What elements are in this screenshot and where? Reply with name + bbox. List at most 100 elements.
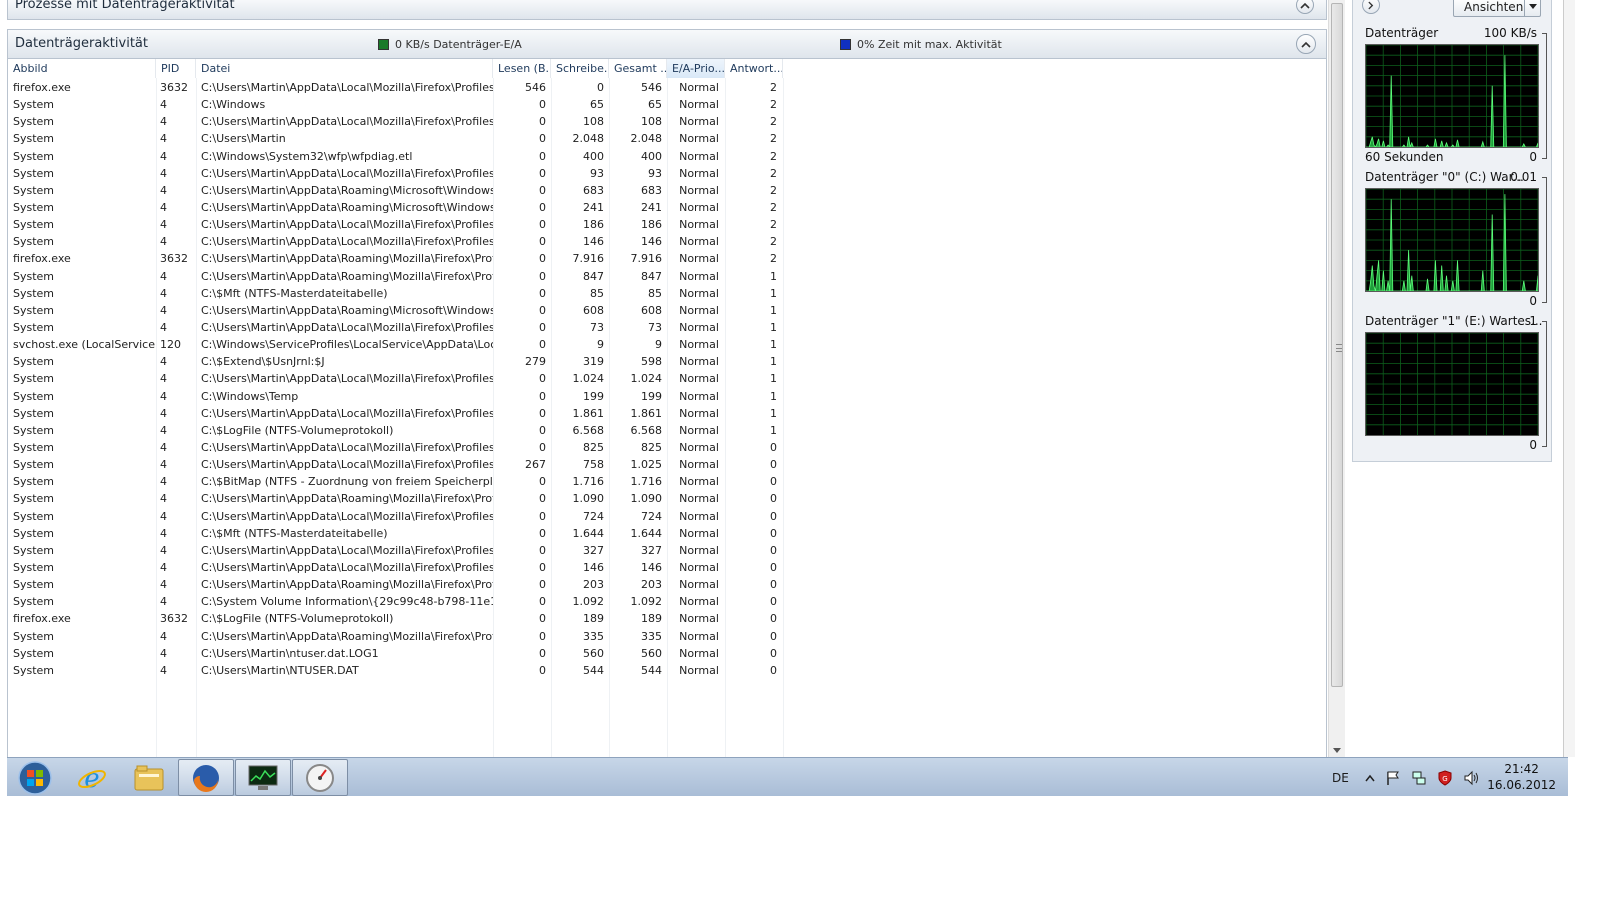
table-row[interactable]: System 4 C:\Users\Martin\AppData\Local\Moz… xyxy=(8,405,788,422)
volume-icon[interactable] xyxy=(1463,770,1481,786)
graph-scale-min: 0 xyxy=(1529,294,1537,308)
security-shield-icon[interactable]: G xyxy=(1437,769,1453,786)
processes-disk-section-header[interactable]: Prozesse mit Datenträgeraktivität xyxy=(7,0,1327,20)
table-row[interactable]: System 4 C:\Windows\Temp 0 199 199 Normal 1 xyxy=(8,388,788,405)
table-row[interactable]: System 4 C:\$BitMap (NTFS - Zuordnung von … xyxy=(8,473,788,490)
column-header-response[interactable]: Antwort... xyxy=(725,59,783,78)
cell-write: 85 xyxy=(590,286,604,300)
table-row[interactable]: System 4 C:\$LogFile (NTFS-Volumeprotokoll… xyxy=(8,422,788,439)
cell-file: C:\Users\Martin\AppData\Local\Mozilla\Fi… xyxy=(201,509,493,523)
svg-text:e: e xyxy=(84,764,99,794)
cell-io-priority: Normal xyxy=(679,560,719,574)
column-header-read[interactable]: Lesen (B... xyxy=(493,59,551,78)
cell-read: 0 xyxy=(539,338,546,352)
action-center-flag-icon[interactable] xyxy=(1385,770,1401,786)
cell-io-priority: Normal xyxy=(679,595,719,609)
window-edge-scrollbar[interactable] xyxy=(1563,0,1575,757)
table-row[interactable]: System 4 C:\Users\Martin\AppData\Local\Moz… xyxy=(8,233,788,250)
table-row[interactable]: System 4 C:\Users\Martin\NTUSER.DAT 0 544 544… xyxy=(8,662,788,679)
table-row[interactable]: System 4 C:\Users\Martin\AppData\Roaming\M… xyxy=(8,199,788,216)
cell-file: C:\Users\Martin\AppData\Local\Mozilla\Fi… xyxy=(201,372,493,386)
scroll-down-arrow-icon[interactable] xyxy=(1333,748,1341,753)
cell-total: 7.916 xyxy=(630,252,663,266)
table-row[interactable]: System 4 C:\Users\Martin\AppData\Local\Moz… xyxy=(8,319,788,336)
table-row[interactable]: firefox.exe 3632 C:\Users\Martin\AppData\L… xyxy=(8,79,788,96)
cell-pid: 4 xyxy=(160,149,167,163)
cell-total: 1.024 xyxy=(630,372,663,386)
expand-panel-button[interactable] xyxy=(1362,0,1380,14)
cell-write: 7.916 xyxy=(572,252,605,266)
taskbar-resource-monitor[interactable] xyxy=(235,759,291,796)
table-row[interactable]: System 4 C:\Users\Martin\AppData\Roaming\M… xyxy=(8,490,788,507)
table-row[interactable]: System 4 C:\Users\Martin\AppData\Local\Moz… xyxy=(8,508,788,525)
table-row[interactable]: System 4 C:\Users\Martin\AppData\Local\Moz… xyxy=(8,113,788,130)
column-header-write[interactable]: Schreibe... xyxy=(551,59,609,78)
table-row[interactable]: System 4 C:\Users\Martin\AppData\Local\Moz… xyxy=(8,456,788,473)
collapse-disk-activity-button[interactable] xyxy=(1296,34,1316,54)
table-row[interactable]: System 4 C:\Users\Martin 0 2.048 2.048 Normal 2 xyxy=(8,130,788,147)
cell-io-priority: Normal xyxy=(679,98,719,112)
taskbar-firefox[interactable] xyxy=(178,759,234,796)
network-icon[interactable] xyxy=(1411,770,1427,786)
table-row[interactable]: System 4 C:\Users\Martin\AppData\Local\Moz… xyxy=(8,370,788,387)
show-hidden-icons-icon[interactable] xyxy=(1365,774,1375,782)
start-button[interactable] xyxy=(7,759,63,796)
table-row[interactable]: firefox.exe 3632 C:\$LogFile (NTFS-Volumep… xyxy=(8,610,788,627)
cell-write: 2.048 xyxy=(572,132,605,146)
disk-activity-title: Datenträgeraktivität xyxy=(15,36,148,51)
table-row[interactable]: System 4 C:\Users\Martin\AppData\Roaming\M… xyxy=(8,182,788,199)
table-row[interactable]: System 4 C:\System Volume Information\{29c… xyxy=(8,593,788,610)
cell-pid: 4 xyxy=(160,200,167,214)
cell-write: 6.568 xyxy=(572,423,605,437)
table-row[interactable]: System 4 C:\Users\Martin\AppData\Local\Moz… xyxy=(8,439,788,456)
table-row[interactable]: System 4 C:\$Extend\$UsnJrnl:$J 279 319 598 No… xyxy=(8,353,788,370)
table-row[interactable]: System 4 C:\Users\Martin\AppData\Local\Moz… xyxy=(8,216,788,233)
table-scrollbar[interactable] xyxy=(1328,0,1345,757)
disk-activity-section-header[interactable]: Datenträgeraktivität 0 KB/s Datenträger-… xyxy=(7,29,1327,59)
cell-image: System xyxy=(13,166,55,180)
table-row[interactable]: System 4 C:\Users\Martin\AppData\Local\Moz… xyxy=(8,542,788,559)
table-row[interactable]: System 4 C:\Users\Martin\AppData\Roaming\M… xyxy=(8,268,788,285)
views-dropdown-button[interactable]: Ansichten xyxy=(1453,0,1541,17)
table-row[interactable]: System 4 C:\Windows 0 65 65 Normal 2 xyxy=(8,96,788,113)
column-header-pid[interactable]: PID xyxy=(156,59,196,78)
table-row[interactable]: System 4 C:\$Mft (NTFS-Masterdateitabelle)… xyxy=(8,285,788,302)
cell-image: System xyxy=(13,269,55,283)
cell-io-priority: Normal xyxy=(679,115,719,129)
cell-write: 758 xyxy=(583,458,604,472)
collapse-processes-button[interactable] xyxy=(1296,0,1314,14)
table-row[interactable]: System 4 C:\Users\Martin\AppData\Roaming\M… xyxy=(8,576,788,593)
table-row[interactable]: firefox.exe 3632 C:\Users\Martin\AppData\R… xyxy=(8,250,788,267)
table-row[interactable]: System 4 C:\$Mft (NTFS-Masterdateitabelle)… xyxy=(8,525,788,542)
column-header-file[interactable]: Datei xyxy=(196,59,493,78)
table-row[interactable]: System 4 C:\Users\Martin\AppData\Local\Moz… xyxy=(8,165,788,182)
table-row[interactable]: System 4 C:\Users\Martin\AppData\Local\Moz… xyxy=(8,559,788,576)
table-row[interactable]: svchost.exe (LocalServiceN... 120 C:\Windo… xyxy=(8,336,788,353)
cell-read: 0 xyxy=(539,509,546,523)
cell-read: 0 xyxy=(539,560,546,574)
table-row[interactable]: System 4 C:\Users\Martin\AppData\Roaming\M… xyxy=(8,628,788,645)
dropdown-arrow-icon[interactable] xyxy=(1524,0,1540,16)
table-row[interactable]: System 4 C:\Users\Martin\AppData\Roaming\M… xyxy=(8,302,788,319)
graph-time-span: 60 Sekunden xyxy=(1365,150,1444,164)
cell-file: C:\Users\Martin\AppData\Local\Mozilla\Fi… xyxy=(201,235,493,249)
column-header-image[interactable]: Abbild xyxy=(8,59,156,78)
cell-total: 335 xyxy=(641,629,662,643)
taskbar-explorer[interactable] xyxy=(121,759,177,796)
cell-write: 1.090 xyxy=(572,492,605,506)
cell-write: 335 xyxy=(583,629,604,643)
column-header-io-priority[interactable]: E/A-Prio... xyxy=(667,59,725,78)
cell-write: 1.716 xyxy=(572,475,605,489)
taskbar-internet-explorer[interactable]: e xyxy=(64,759,120,796)
table-row[interactable]: System 4 C:\Windows\System32\wfp\wfpdiag.e… xyxy=(8,148,788,165)
taskbar-performance[interactable] xyxy=(292,759,348,796)
cell-image: firefox.exe xyxy=(13,252,71,266)
scrollbar-thumb[interactable] xyxy=(1331,3,1343,687)
column-header-total[interactable]: Gesamt ... xyxy=(609,59,667,78)
cell-write: 825 xyxy=(583,440,604,454)
cell-pid: 4 xyxy=(160,475,167,489)
table-row[interactable]: System 4 C:\Users\Martin\ntuser.dat.LOG1 0 5… xyxy=(8,645,788,662)
cell-io-priority: Normal xyxy=(679,303,719,317)
language-indicator[interactable]: DE xyxy=(1332,758,1349,797)
taskbar-clock[interactable]: 21:42 16.06.2012 xyxy=(1487,761,1556,793)
